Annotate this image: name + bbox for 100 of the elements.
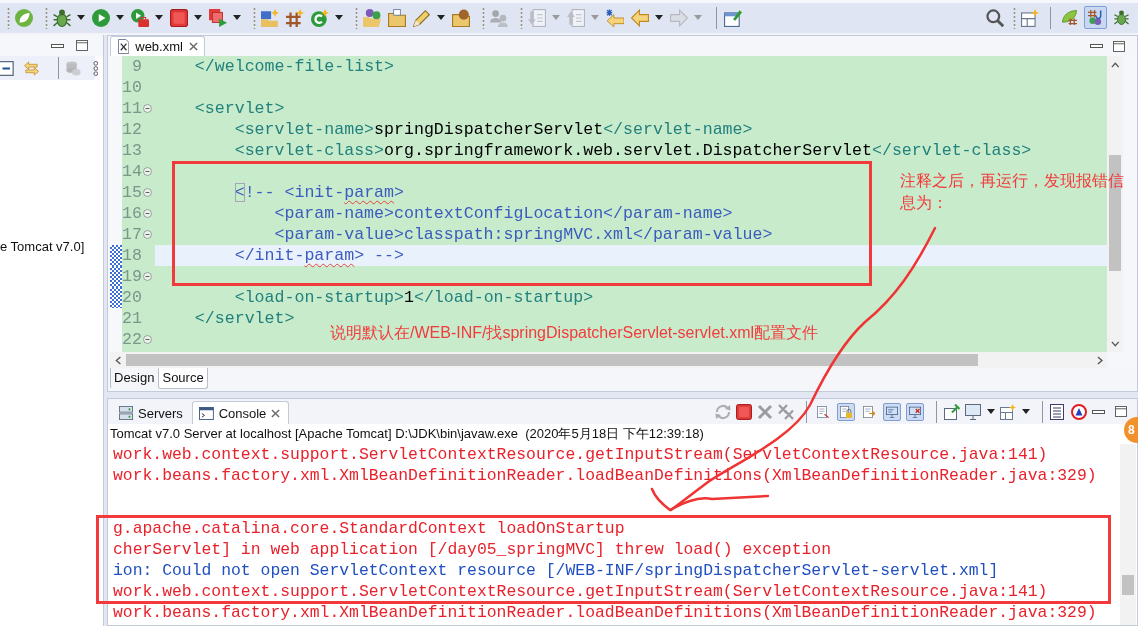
- caret-icon[interactable]: [194, 15, 202, 20]
- servers-icon: [119, 406, 133, 420]
- code-line: <servlet-name>springDispatcherServlet</servlet-name>: [234, 119, 753, 140]
- close-icon[interactable]: [271, 408, 281, 418]
- console-line: ion: Could not open ServletContext resource [/WEB-INF/springDispatcherServlet-servlet.xml]: [112, 560, 999, 581]
- code-line: <param-value>classpath:springMVC.xml</param-value>: [274, 224, 773, 245]
- search-icon[interactable]: [986, 8, 1004, 27]
- squares-play-icon[interactable]: [209, 8, 227, 27]
- collapse-icon[interactable]: [0, 60, 14, 76]
- line-number: 14: [122, 161, 142, 182]
- fold-icon[interactable]: [143, 335, 152, 344]
- scrollbar[interactable]: [110, 352, 1107, 368]
- leaf-icon[interactable]: [15, 8, 33, 27]
- maximize-icon[interactable]: [1115, 406, 1127, 417]
- line-number: 20: [122, 287, 142, 308]
- code-line: <!-- <init-param>: [234, 182, 404, 203]
- line-number: 21: [122, 308, 142, 329]
- fold-icon[interactable]: [143, 209, 152, 218]
- grid-sparkle-icon[interactable]: [286, 8, 304, 27]
- view-tab[interactable]: Servers: [112, 401, 192, 424]
- code-editor[interactable]: [110, 56, 1107, 352]
- stop-icon[interactable]: [170, 8, 188, 27]
- fold-icon[interactable]: [143, 272, 152, 281]
- editor-tab[interactable]: web.xml: [110, 36, 205, 56]
- folder-sparkle-icon[interactable]: [261, 8, 279, 27]
- maximize-icon[interactable]: [76, 40, 88, 51]
- caret-icon[interactable]: [655, 15, 663, 20]
- bug-icon[interactable]: [53, 8, 71, 27]
- scrollbar-thumb[interactable]: [126, 354, 979, 366]
- play-toolbox-icon[interactable]: [131, 8, 149, 27]
- more-icon[interactable]: [92, 60, 99, 76]
- chevron-down-icon[interactable]: [1110, 341, 1120, 347]
- perspective-button[interactable]: [1084, 6, 1107, 29]
- stop-icon[interactable]: [736, 403, 753, 420]
- fold-icon[interactable]: [143, 188, 152, 197]
- window-plus-icon[interactable]: [1021, 8, 1039, 27]
- scrollbar[interactable]: [1120, 444, 1136, 625]
- document-list-icon[interactable]: [1050, 403, 1067, 420]
- bug-icon: [1114, 10, 1129, 25]
- grid-balls-icon: [1088, 10, 1103, 25]
- line-number: 11: [122, 98, 142, 119]
- view-tab[interactable]: Console: [191, 401, 290, 424]
- c-circle-icon[interactable]: [311, 8, 329, 27]
- folder-icon[interactable]: [388, 8, 406, 27]
- scrollbar[interactable]: [1107, 56, 1123, 352]
- line-number: 17: [122, 224, 142, 245]
- line-number: 19: [122, 266, 142, 287]
- minimize-icon[interactable]: [1090, 44, 1104, 48]
- console-line: work.beans.factory.xml.XmlBeanDefinitionReader.loadBeanDefinitions(XmlBeanDefinitionReader.java:329): [112, 602, 1097, 623]
- code-line: </init-param> -->: [234, 245, 404, 266]
- editor-mode-tab[interactable]: Source: [158, 368, 208, 389]
- line-number: 12: [122, 119, 142, 140]
- close-icon[interactable]: [188, 42, 198, 51]
- code-line: <servlet-class>org.springframework.web.servlet.DispatcherServlet</servlet-class>: [234, 140, 1032, 161]
- caret-icon[interactable]: [335, 15, 343, 20]
- tree-item[interactable]: e Tomcat v7.0]: [0, 238, 85, 256]
- fold-icon[interactable]: [143, 104, 152, 113]
- play-icon[interactable]: [92, 8, 110, 27]
- console-icon: [198, 406, 214, 420]
- process-label: Tomcat v7.0 Server at localhost [Apache Tomcat] D:\JDK\bin\javaw.exe (2020年5月18日 下午12:39:18): [110, 425, 704, 443]
- code-line: </welcome-file-list>: [194, 56, 394, 77]
- line-number: 22: [122, 329, 142, 350]
- caret-icon[interactable]: [116, 15, 124, 20]
- pen-icon[interactable]: [413, 8, 431, 27]
- code-line: </servlet>: [194, 308, 295, 329]
- caret-icon[interactable]: [987, 409, 996, 414]
- maximize-icon[interactable]: [1113, 40, 1125, 52]
- folder-balls-icon[interactable]: [363, 8, 381, 27]
- code-line: <servlet>: [194, 98, 285, 119]
- line-number: 18: [122, 245, 142, 266]
- star-arrow-left-icon[interactable]: [606, 8, 624, 27]
- annotation-note: 注释之后，再运行，发现报错信息为：: [900, 171, 1125, 213]
- xml-file-icon: [118, 39, 130, 54]
- caret-icon[interactable]: [155, 15, 163, 20]
- window-pen-icon[interactable]: [724, 8, 742, 27]
- annotation-note: 说明默认在/WEB-INF/找springDispatcherServlet-servlet.xml配置文件: [330, 323, 819, 343]
- console-line: g.apache.catalina.core.StandardContext loadOnStartup: [112, 518, 625, 539]
- minimize-icon[interactable]: [1092, 409, 1106, 414]
- minimize-icon[interactable]: [51, 43, 65, 48]
- fold-icon[interactable]: [143, 167, 152, 176]
- caret-icon[interactable]: [1022, 409, 1031, 414]
- chevron-right-icon[interactable]: [1096, 355, 1103, 365]
- caret-icon[interactable]: [233, 15, 241, 20]
- line-number: 13: [122, 140, 142, 161]
- scrollbar-thumb[interactable]: [1122, 575, 1134, 595]
- caret-icon[interactable]: [437, 15, 445, 20]
- chevron-left-icon[interactable]: [115, 355, 122, 365]
- window-arrow-icon[interactable]: [944, 403, 961, 420]
- leaf-grid-icon: [1062, 10, 1077, 25]
- folder-circle-icon[interactable]: [452, 8, 470, 27]
- line-number: 9: [131, 56, 142, 77]
- code-line: <load-on-startup>1</load-on-startup>: [234, 287, 594, 308]
- console-line: work.web.context.support.ServletContextResource.getInputStream(ServletContextResource.java:141): [112, 581, 1048, 602]
- line-number: 16: [122, 203, 142, 224]
- chevron-up-icon[interactable]: [1110, 62, 1120, 68]
- monitor-icon[interactable]: [965, 403, 982, 420]
- line-number: 15: [122, 182, 142, 203]
- caret-icon[interactable]: [77, 15, 85, 20]
- fold-icon[interactable]: [143, 230, 152, 239]
- code-line: <param-name>contextConfigLocation</param-name>: [274, 203, 733, 224]
